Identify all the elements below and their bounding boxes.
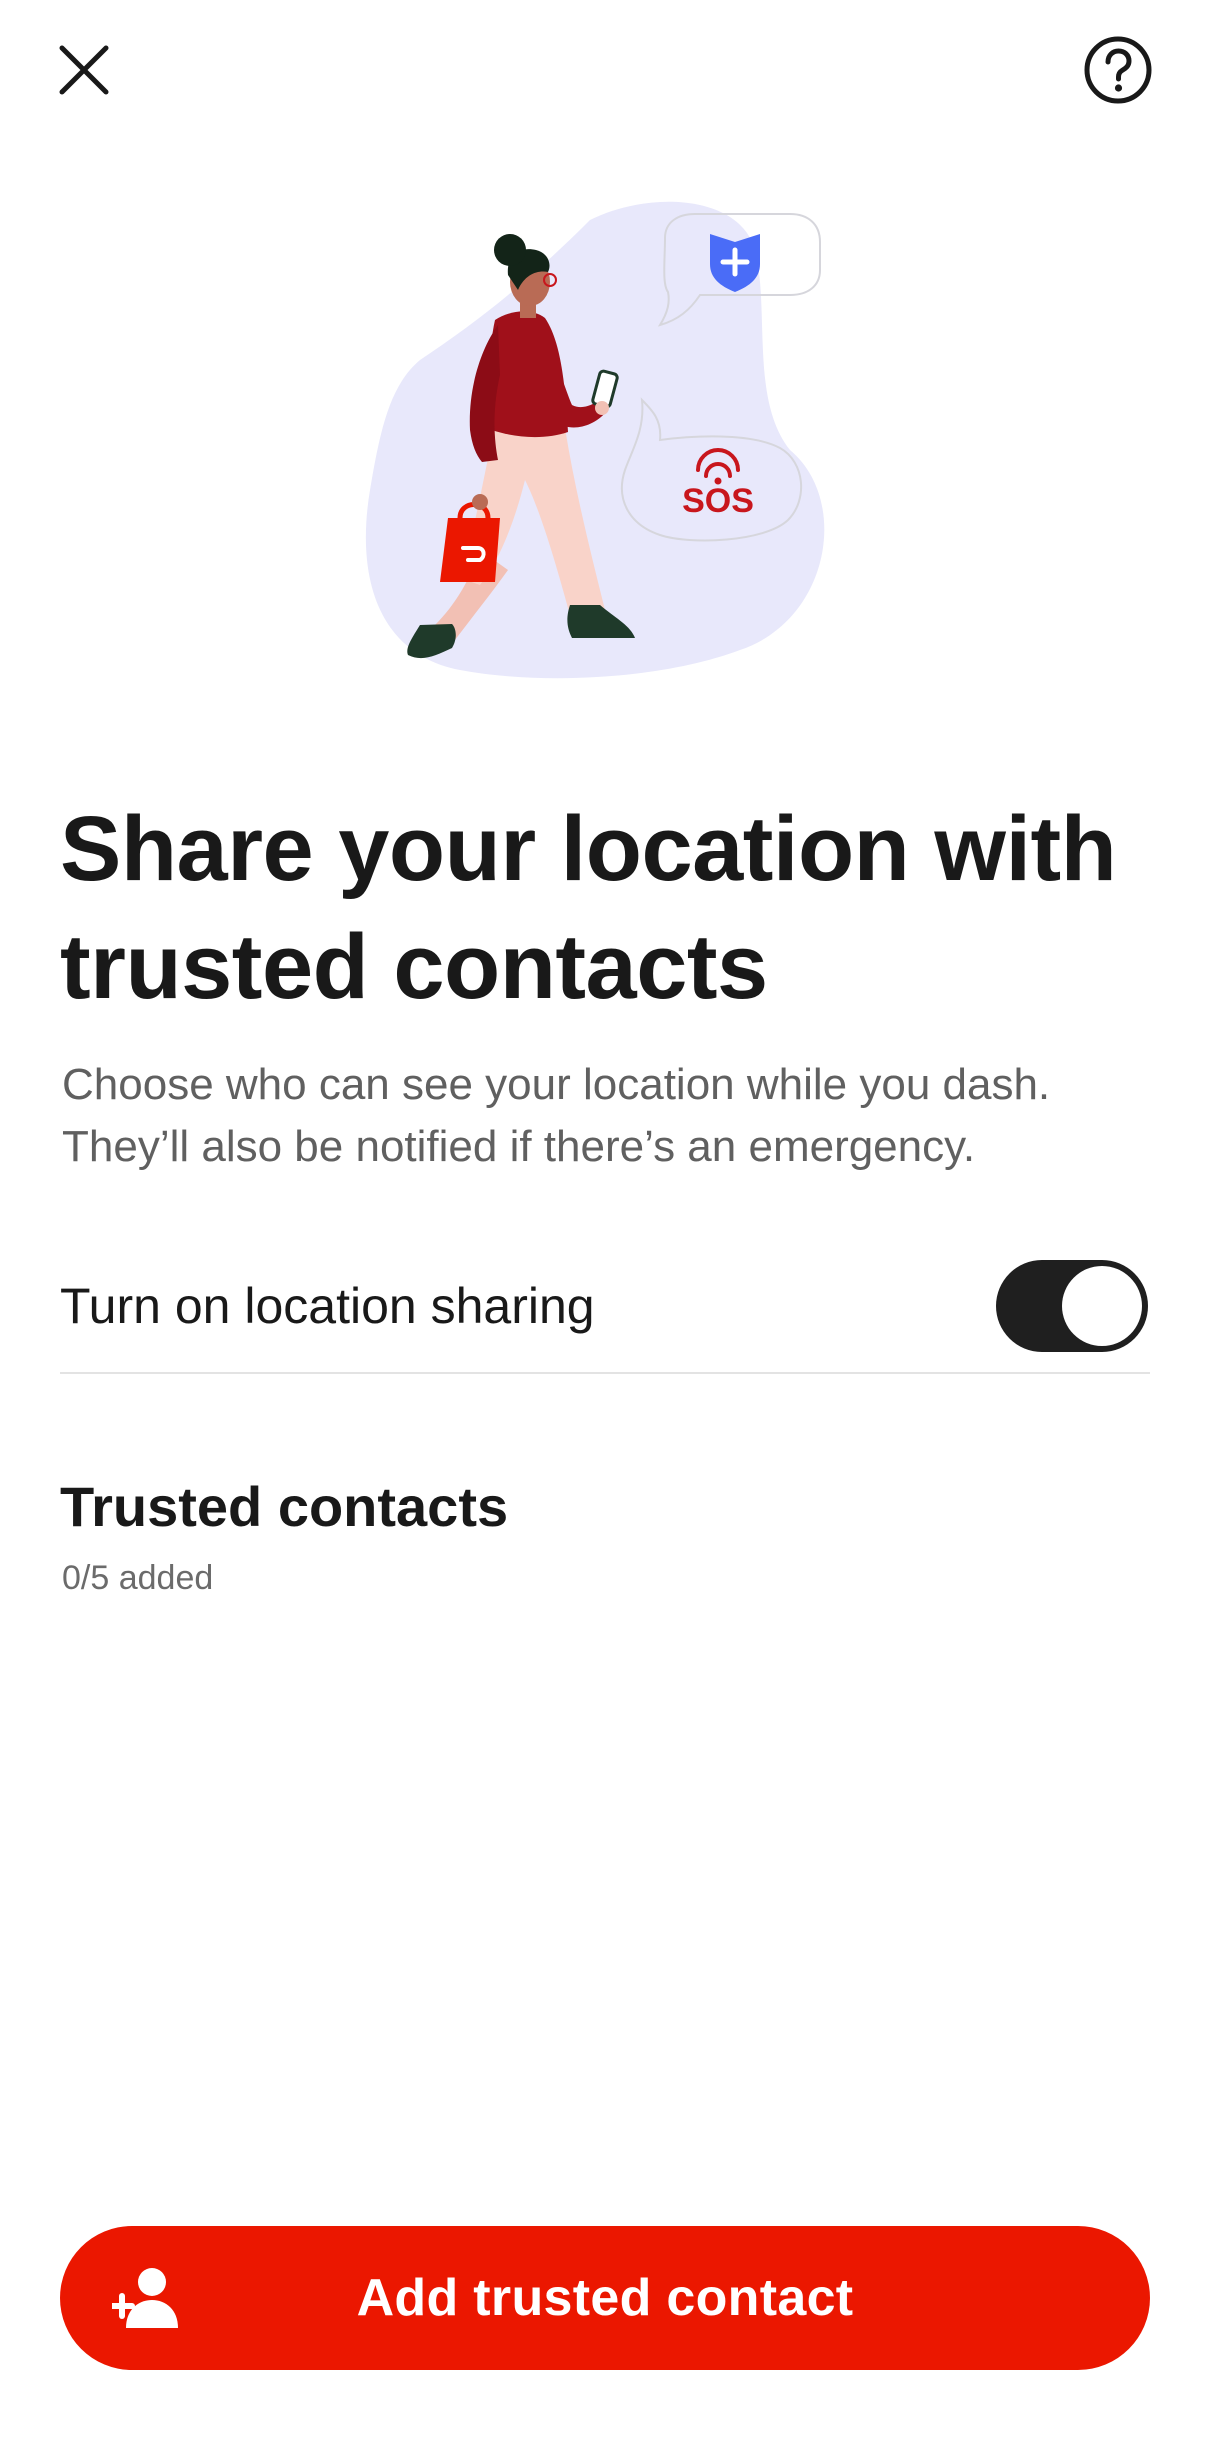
- divider: [60, 1372, 1150, 1374]
- toggle-knob: [1062, 1266, 1142, 1346]
- trusted-contacts-heading: Trusted contacts: [60, 1475, 509, 1538]
- add-trusted-contact-button[interactable]: Add trusted contact: [60, 2226, 1150, 2370]
- page-description: Choose who can see your location while y…: [62, 1060, 1051, 1171]
- location-sharing-row: Turn on location sharing: [60, 1240, 1150, 1372]
- location-sharing-label: Turn on location sharing: [60, 1278, 595, 1334]
- close-button[interactable]: [48, 34, 120, 106]
- page-title: Share your location with trusted contact…: [60, 798, 1117, 1018]
- sos-label: SOS: [682, 482, 754, 520]
- help-circle-icon: [1084, 36, 1152, 104]
- hero-illustration: SOS: [360, 200, 860, 690]
- help-button[interactable]: [1082, 34, 1154, 106]
- location-sharing-toggle[interactable]: [996, 1260, 1148, 1352]
- add-trusted-contact-label: Add trusted contact: [356, 2269, 854, 2327]
- add-person-icon: [112, 2268, 178, 2328]
- trusted-contacts-count: 0/5 added: [62, 1559, 214, 1597]
- close-icon: [59, 45, 109, 95]
- trusted-contacts-screen: SOS Share your location with trusted con…: [0, 0, 1206, 2458]
